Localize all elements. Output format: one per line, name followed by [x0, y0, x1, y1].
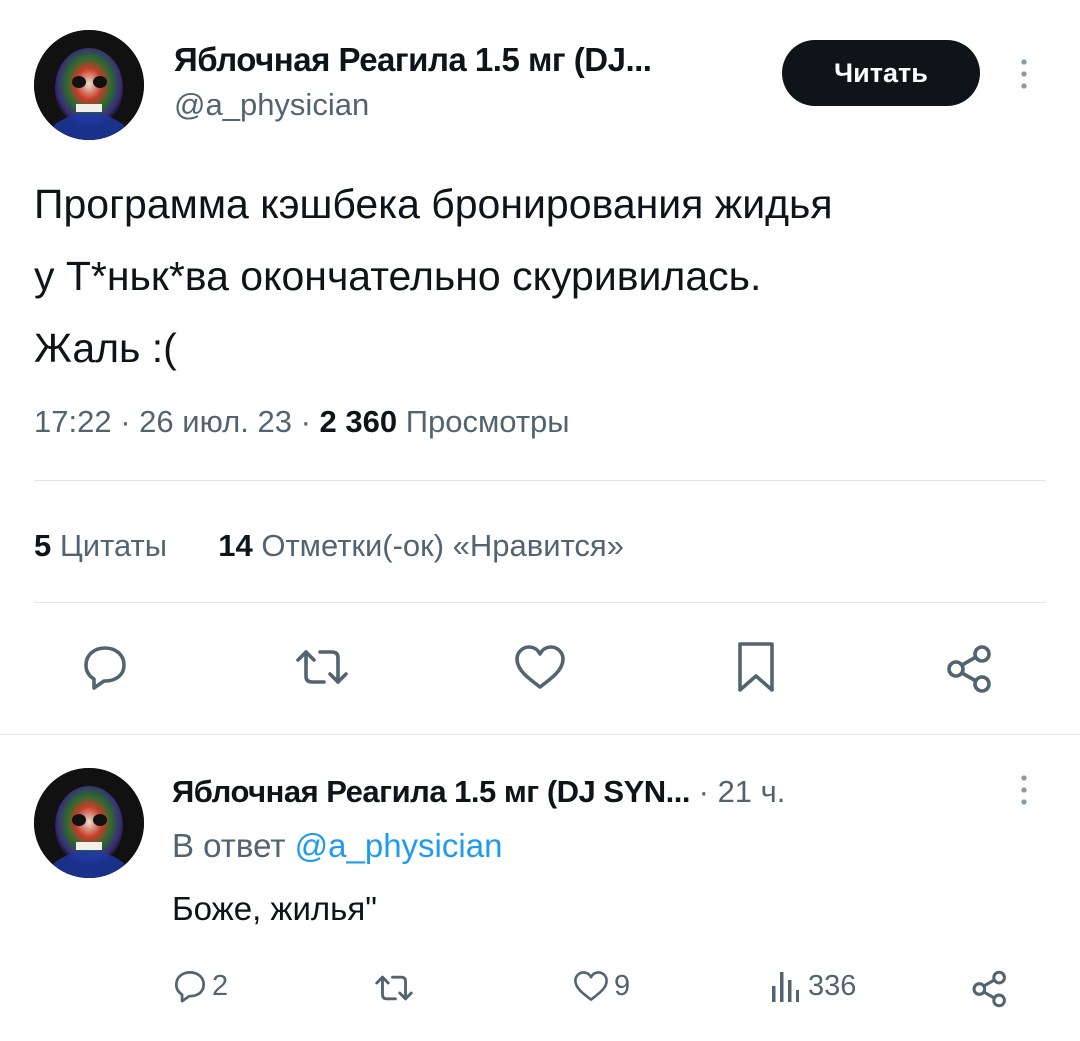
separator-dot: ·	[120, 404, 131, 439]
likes-label: Отметки(-ок) «Нравится»	[261, 528, 624, 563]
reply-header: Яблочная Реагила 1.5 мг (DJ SYN... · 21 …	[172, 772, 785, 812]
reply-views-count: 336	[808, 969, 857, 1002]
speech-bubble-icon[interactable]	[80, 642, 130, 692]
follow-button[interactable]: Читать	[782, 40, 980, 106]
reply-time[interactable]: 21 ч.	[718, 774, 786, 809]
tweet-text-line: у Т*ньк*ва окончательно скуривилась.	[34, 253, 762, 299]
views-button[interactable]: 336	[770, 968, 856, 1004]
reply-to-line: В ответ @a_physician	[172, 826, 502, 866]
tweet-text: Программа кэшбека бронирования жидья у Т…	[34, 168, 833, 384]
tweet-text-line: Жаль :(	[34, 325, 177, 371]
share-icon[interactable]	[970, 970, 1010, 1008]
reply-text: Боже, жилья"	[172, 890, 377, 927]
author-name[interactable]: Яблочная Реагила 1.5 мг (DJ...	[174, 40, 652, 80]
separator-dot: ·	[300, 404, 311, 439]
views-label: Просмотры	[405, 404, 570, 439]
retweet-icon[interactable]	[292, 642, 352, 692]
retweet-icon[interactable]	[372, 970, 416, 1006]
more-vertical-icon[interactable]	[1014, 772, 1034, 812]
reply-to-handle[interactable]: @a_physician	[295, 827, 503, 864]
tweet-date[interactable]: 26 июл. 23	[139, 404, 292, 439]
share-icon[interactable]	[944, 644, 996, 694]
more-vertical-icon[interactable]	[1014, 56, 1034, 96]
heart-icon	[572, 968, 610, 1004]
author-handle[interactable]: @a_physician	[174, 86, 369, 124]
speech-bubble-icon	[172, 968, 208, 1004]
like-button[interactable]: 9	[572, 968, 630, 1004]
tweet-meta: 17:22 · 26 июл. 23 · 2 360 Просмотры	[34, 402, 570, 442]
likes-count: 14	[218, 528, 253, 563]
divider	[34, 480, 1046, 481]
bar-chart-icon	[770, 968, 800, 1004]
bookmark-icon[interactable]	[736, 640, 776, 694]
author-avatar[interactable]	[34, 30, 144, 140]
reply-to-prefix: В ответ	[172, 827, 286, 864]
engagement-stats: 5 Цитаты 14 Отметки(-ок) «Нравится»	[34, 526, 624, 566]
tweet-time[interactable]: 17:22	[34, 404, 112, 439]
reply-author-name[interactable]: Яблочная Реагила 1.5 мг (DJ SYN...	[172, 774, 690, 809]
tweet-text-line: Программа кэшбека бронирования жидья	[34, 181, 833, 227]
reply-button[interactable]: 2	[172, 968, 228, 1004]
divider	[0, 734, 1080, 735]
separator-dot: ·	[698, 774, 709, 809]
quotes-count: 5	[34, 528, 52, 563]
views-count: 2 360	[319, 404, 398, 439]
likes-stat[interactable]: 14 Отметки(-ок) «Нравится»	[218, 528, 624, 563]
reply-author-avatar[interactable]	[34, 768, 144, 878]
quotes-stat[interactable]: 5 Цитаты	[34, 528, 176, 563]
reply-replies-count: 2	[212, 969, 229, 1002]
reply-likes-count: 9	[614, 969, 631, 1002]
quotes-label: Цитаты	[59, 528, 168, 563]
heart-icon[interactable]	[512, 642, 568, 692]
divider	[34, 602, 1046, 603]
